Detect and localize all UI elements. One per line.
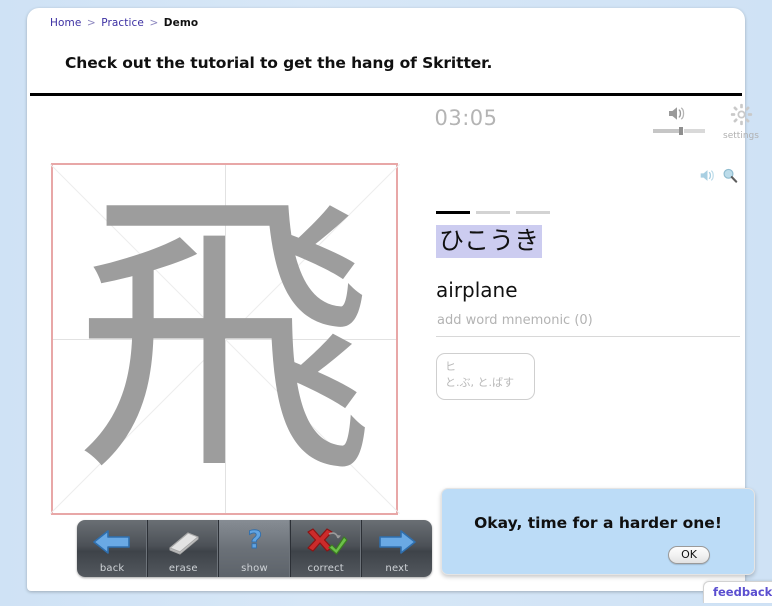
next-label: next [385,563,409,574]
feedback-tab[interactable]: feedback [703,581,772,603]
breadcrumb-item-practice[interactable]: Practice [101,17,144,29]
correct-button[interactable]: correct [291,520,362,577]
practice-toolbar: back erase ? show correct next [77,520,432,577]
svg-text:?: ? [247,526,262,554]
show-label: show [241,563,268,574]
audio-control[interactable] [635,105,719,141]
word-definition: airplane [436,278,518,302]
magnifier-icon[interactable] [722,168,738,187]
next-button[interactable]: next [362,520,432,577]
mnemonic-divider [436,336,740,337]
settings-button[interactable]: settings [719,103,763,141]
session-timer: 03:05 [434,106,498,130]
header-divider [30,93,742,96]
breadcrumb: Home > Practice > Demo [50,17,198,29]
kanji-onyomi: ヒ [445,360,456,373]
erase-label: erase [168,563,198,574]
settings-label: settings [723,131,759,141]
word-reading: ひこうき [436,225,543,258]
speaker-icon[interactable] [667,105,687,126]
character-glyph: 飛 [74,164,375,513]
drawing-canvas[interactable]: 飛 [49,163,400,515]
tutorial-dialog: Okay, time for a harder one! OK [441,488,755,575]
kanji-kunyomi: と.ぶ, と.ばす [445,375,514,389]
mark-correct-icon [303,525,349,559]
page-title: Check out the tutorial to get the hang o… [65,54,493,72]
show-button[interactable]: ? show [219,520,291,577]
dialog-message: Okay, time for a harder one! [474,514,722,532]
volume-track-empty [684,129,705,133]
prompt-dash-2 [476,211,510,214]
back-label: back [99,563,125,574]
volume-slider[interactable] [653,127,705,135]
breadcrumb-separator: > [149,17,159,29]
volume-thumb[interactable] [679,127,683,135]
volume-track-filled [653,129,679,133]
breadcrumb-separator: > [86,17,96,29]
kanji-readings-chip[interactable]: ヒ と.ぶ, と.ばす [436,353,535,400]
speaker-icon[interactable] [699,168,716,187]
dialog-ok-button[interactable]: OK [668,546,710,564]
question-mark-icon: ? [232,525,278,559]
vocab-icon-group [699,168,738,187]
breadcrumb-item-demo: Demo [163,17,199,29]
prompt-dash-3 [516,211,550,214]
back-button[interactable]: back [77,520,149,577]
gear-icon [730,103,753,130]
prompt-dash-1 [436,211,470,214]
erase-button[interactable]: erase [148,520,220,577]
add-word-mnemonic[interactable]: add word mnemonic (0) [437,313,593,328]
eraser-icon [160,525,206,559]
arrow-left-icon [89,525,135,559]
practice-card: Home > Practice > Demo Check out the tut… [27,8,772,603]
correct-label: correct [307,563,344,574]
breadcrumb-item-home[interactable]: Home [50,17,81,29]
prompt-progress-dashes [436,211,550,214]
arrow-right-icon [374,525,420,559]
